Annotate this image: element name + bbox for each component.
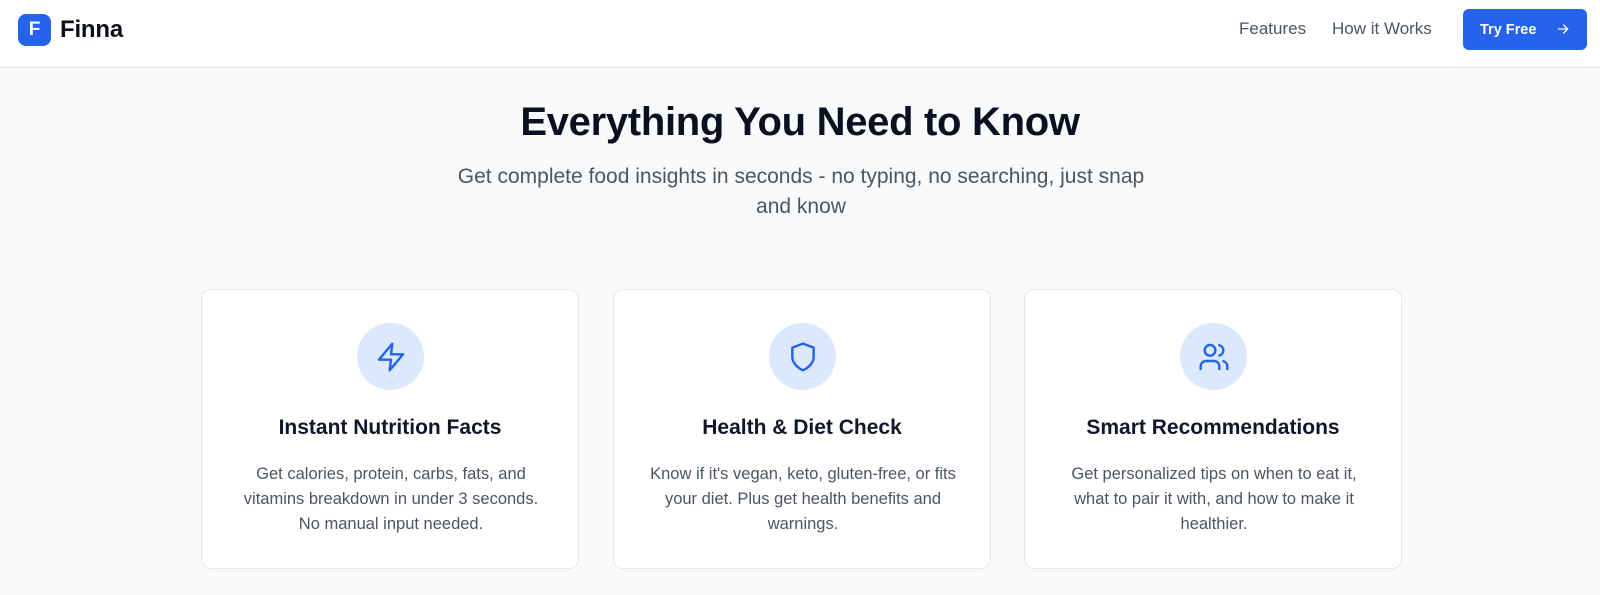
feature-title: Health & Diet Check — [702, 416, 902, 439]
arrow-right-icon — [1557, 24, 1569, 34]
nav-link-features[interactable]: Features — [1239, 19, 1306, 39]
feature-card-recommendations: Smart Recommendations Get personalized t… — [1024, 289, 1402, 569]
try-free-button[interactable]: Try Free — [1463, 9, 1587, 50]
top-navbar: F Finna Features How it Works Try Free — [0, 0, 1600, 68]
nav-link-how-it-works[interactable]: How it Works — [1332, 19, 1432, 39]
section-title: Everything You Need to Know — [520, 100, 1080, 144]
feature-icon-circle — [357, 323, 424, 390]
feature-card-nutrition: Instant Nutrition Facts Get calories, pr… — [201, 289, 579, 569]
feature-title: Instant Nutrition Facts — [278, 416, 502, 439]
users-icon — [1198, 343, 1229, 370]
brand-logo-icon: F — [18, 14, 51, 46]
feature-icon-circle — [1180, 323, 1247, 390]
feature-title: Smart Recommendations — [1086, 416, 1340, 439]
shield-icon — [790, 341, 815, 372]
feature-description: Get personalized tips on when to eat it,… — [1071, 465, 1357, 533]
lightning-icon — [377, 341, 404, 372]
try-free-label: Try Free — [1480, 21, 1537, 38]
brand-name: Finna — [60, 16, 123, 43]
feature-icon-circle — [769, 323, 836, 390]
feature-description: Know if it's vegan, keto, gluten-free, o… — [650, 465, 956, 533]
feature-card-health: Health & Diet Check Know if it's vegan, … — [613, 289, 991, 569]
feature-description: Get calories, protein, carbs, fats, and … — [243, 465, 539, 533]
section-subtitle: Get complete food insights in seconds - … — [457, 165, 1145, 218]
brand-home-link[interactable]: F Finna — [18, 14, 123, 46]
